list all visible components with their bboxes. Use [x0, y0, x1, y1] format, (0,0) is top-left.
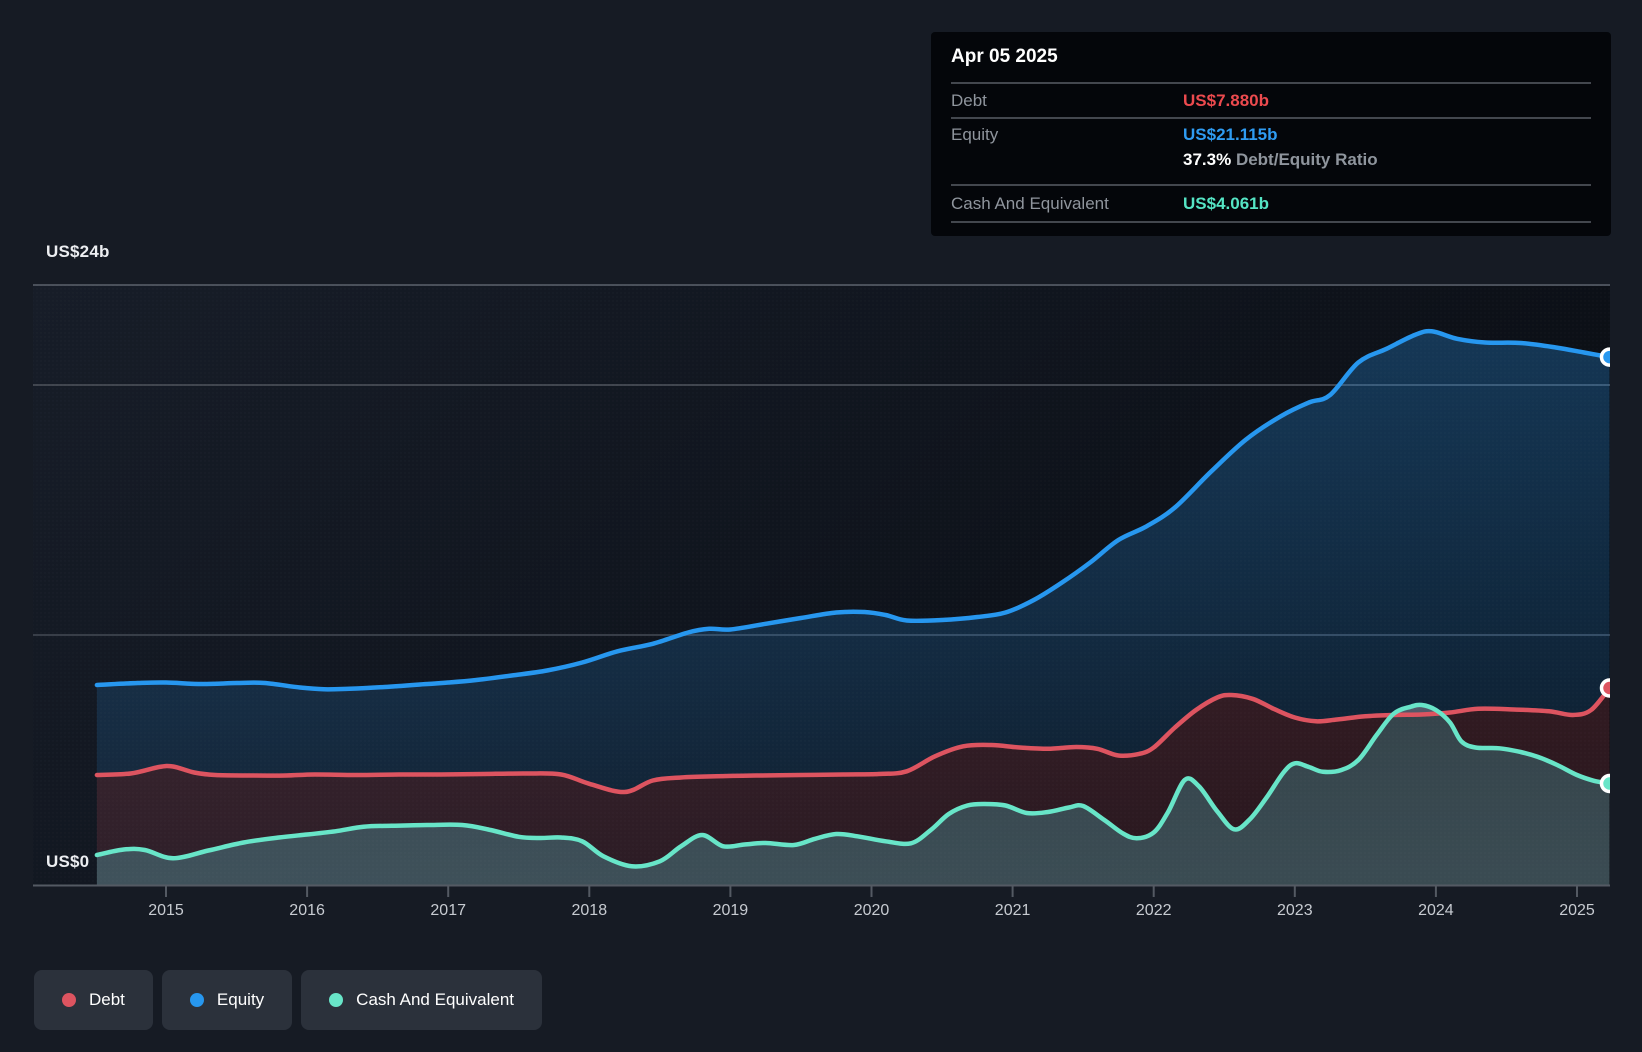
y-axis-zero-label: US$0 [46, 852, 90, 871]
tooltip-cash-row: Cash And Equivalent US$4.061b [951, 184, 1591, 221]
legend-item-cash[interactable]: Cash And Equivalent [301, 970, 543, 1030]
legend-debt-label: Debt [89, 990, 125, 1009]
cash-and-equivalent-end-dot [1599, 773, 1610, 794]
legend-item-debt[interactable]: Debt [34, 970, 153, 1030]
debt-dot-icon [62, 993, 76, 1007]
equity-dot-icon [189, 993, 204, 1007]
tooltip-cash-label: Cash And Equivalent [951, 193, 1109, 213]
legend-equity-label: Equity [216, 990, 265, 1009]
tooltip-debt-label: Debt [951, 90, 987, 110]
equity-end-dot [1599, 347, 1610, 367]
tooltip-date: Apr 05 2025 [951, 46, 1058, 67]
tooltip-equity-value: US$21.115b [1183, 124, 1278, 144]
legend-item-equity[interactable]: Equity [161, 970, 293, 1030]
tooltip-debt-row: Debt US$7.880b [951, 82, 1591, 117]
tooltip-debt-value: US$7.880b [1183, 90, 1269, 110]
chart-legend: Debt Equity Cash And Equivalent [34, 970, 543, 1030]
halftone-texture [33, 285, 1610, 885]
tooltip-cash-value: US$4.061b [1183, 193, 1269, 213]
tooltip-ratio-label: Debt/Equity Ratio [1235, 150, 1378, 169]
cash-dot-icon [329, 993, 344, 1007]
tooltip-equity-label: Equity [951, 124, 999, 144]
legend-cash-label: Cash And Equivalent [356, 990, 515, 1009]
y-axis-max-label: US$24b [46, 242, 110, 261]
tooltip-ratio-value: 37.3% [1183, 150, 1232, 169]
tooltip-ratio: 37.3% Debt/Equity Ratio [1183, 150, 1378, 170]
debt-end-dot [1599, 678, 1610, 698]
tooltip-bottom-padding [951, 221, 1591, 236]
tooltip-equity-row: Equity US$21.115b [951, 117, 1591, 150]
chart-tooltip: Apr 05 2025 Debt US$7.880b Equity US$21.… [931, 32, 1611, 236]
debt-equity-history-page: US$24b US$0 2015 2016 2017 2018 2019 2020 2021… [0, 0, 1642, 1052]
tooltip-ratio-row: 37.3% Debt/Equity Ratio [951, 150, 1591, 184]
